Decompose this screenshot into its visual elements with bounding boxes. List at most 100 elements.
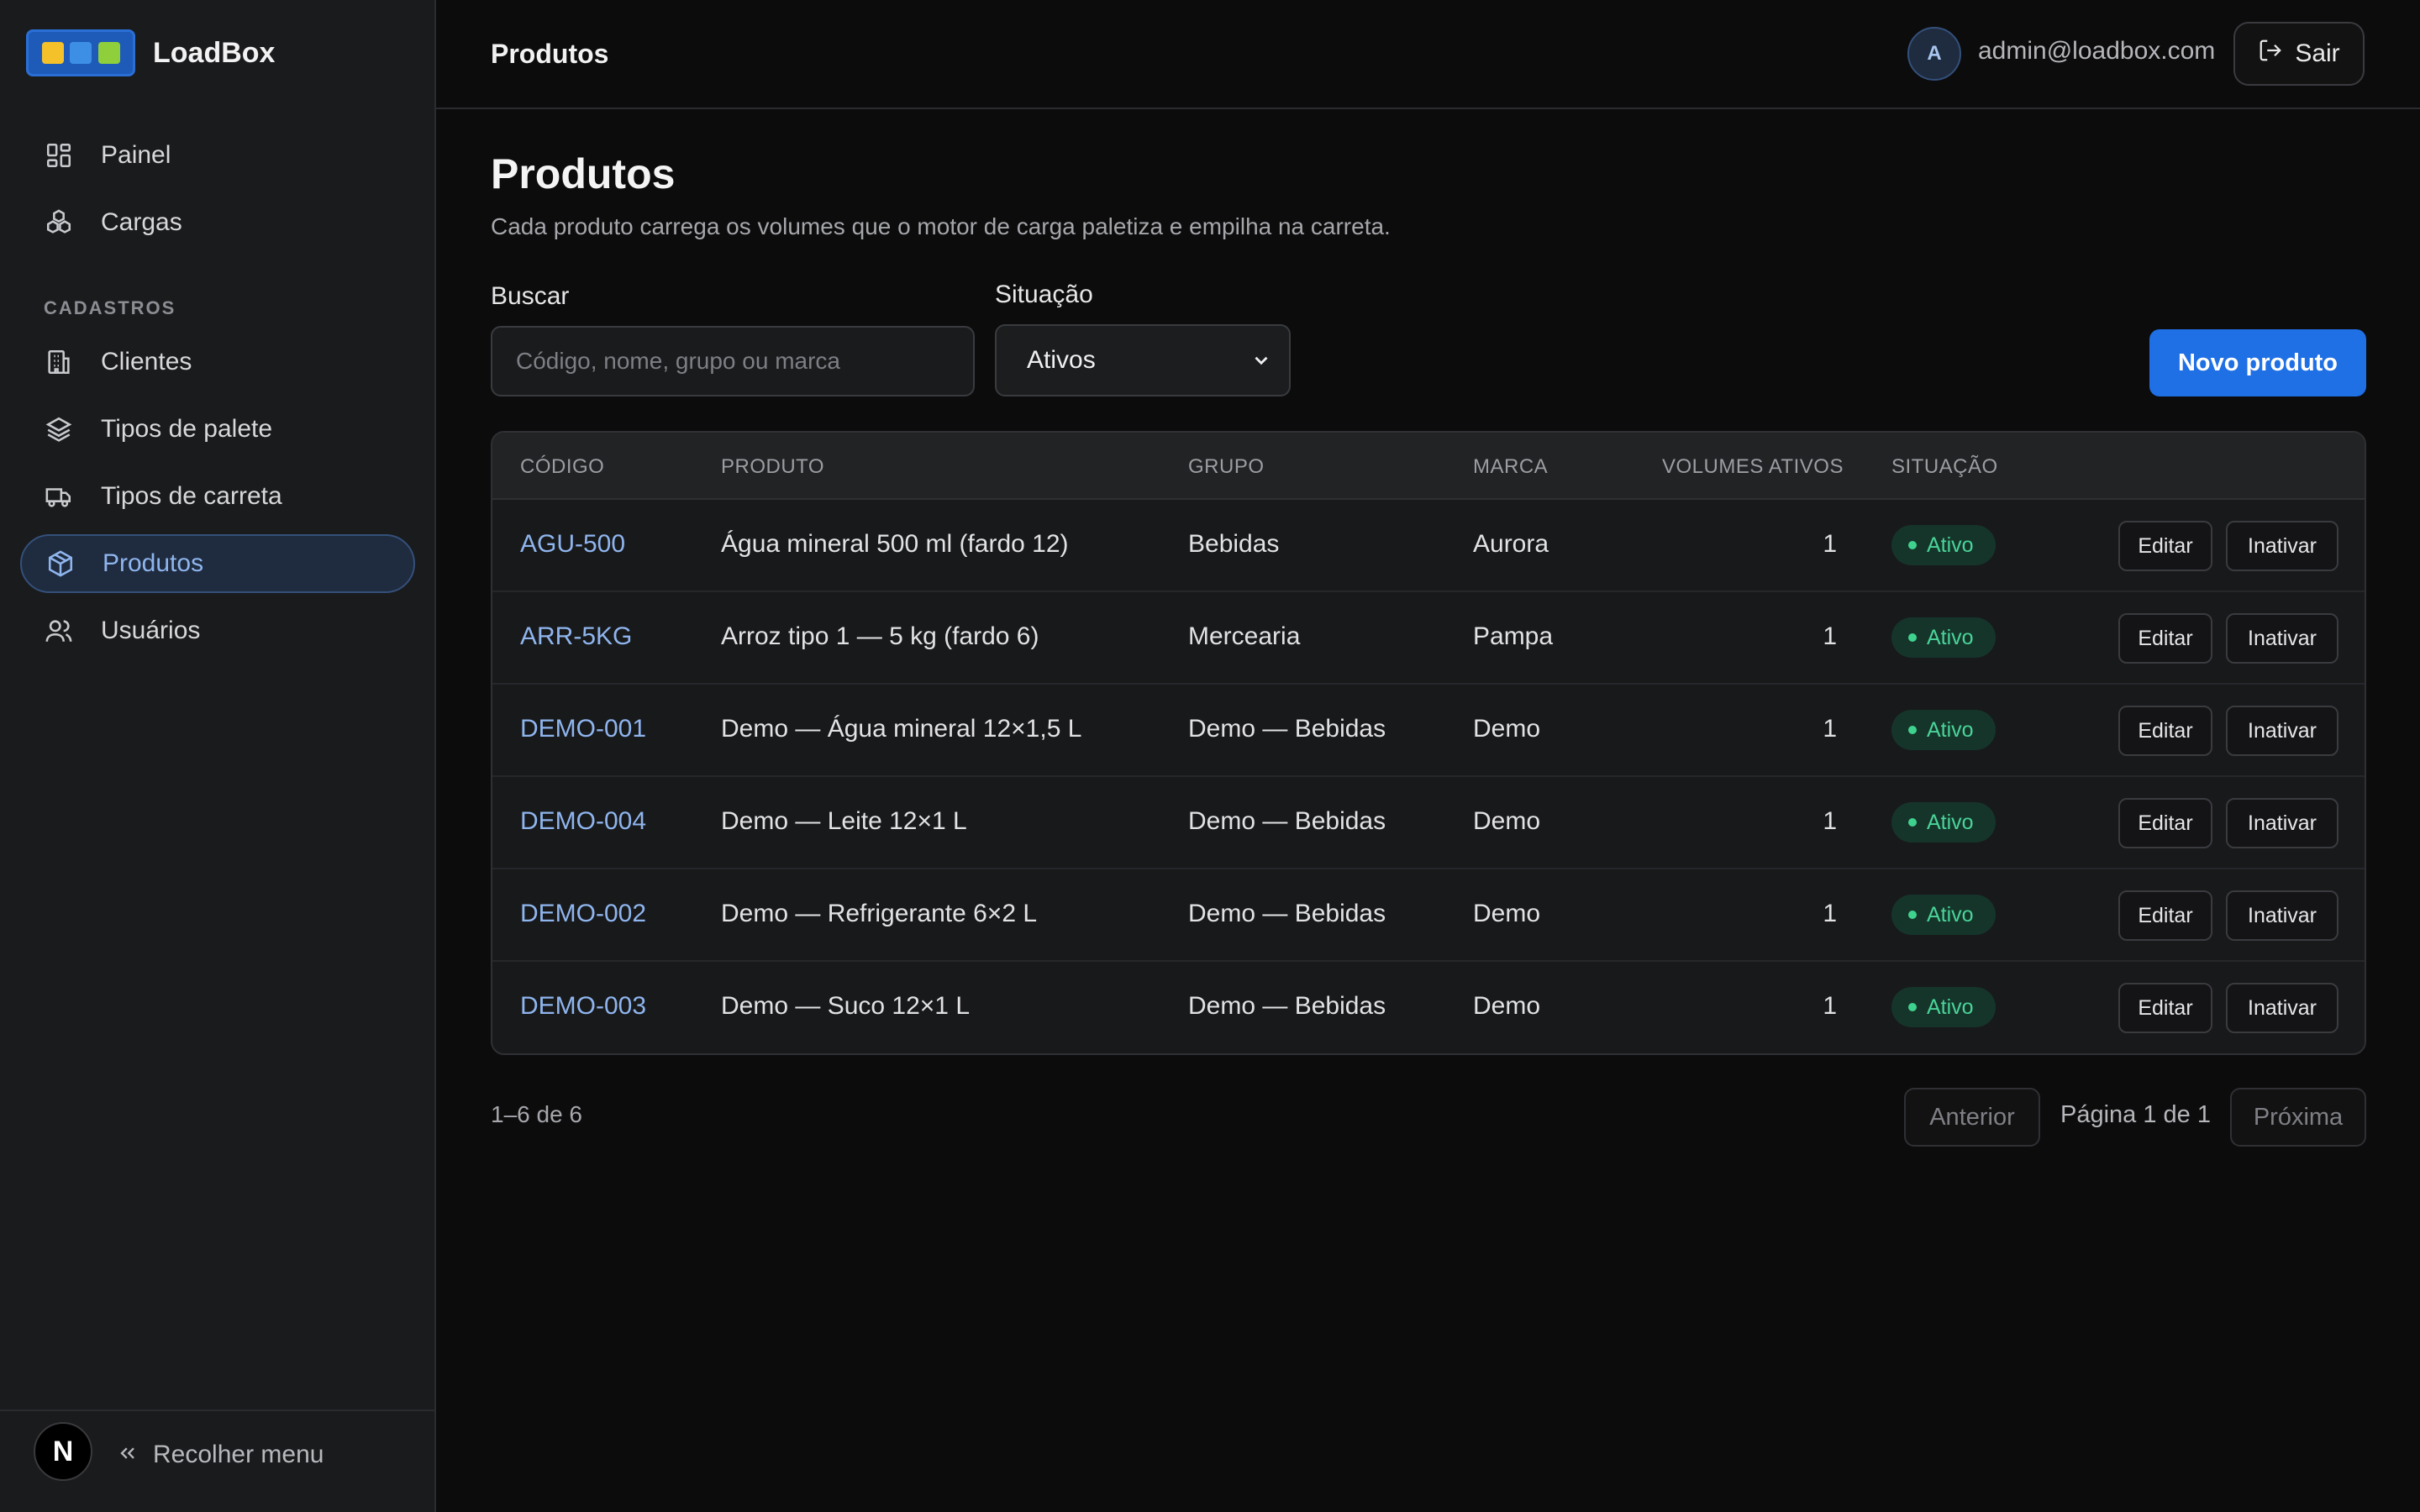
building-icon (44, 347, 74, 377)
results-count: 1–6 de 6 (491, 1101, 582, 1127)
product-code-link[interactable]: DEMO-002 (520, 900, 646, 928)
edit-button[interactable]: Editar (2118, 798, 2212, 848)
header-title: Produtos (491, 39, 609, 69)
column-header-status[interactable]: SITUAÇÃO (1891, 455, 1998, 479)
status-badge: Ativo (1891, 617, 1996, 658)
status-text: Ativo (1927, 995, 1974, 1019)
framework-badge[interactable]: N (34, 1422, 92, 1481)
table-row: ARR-5KG Arroz tipo 1 — 5 kg (fardo 6) Me… (492, 592, 2365, 685)
table-row: DEMO-003 Demo — Suco 12×1 L Demo — Bebid… (492, 962, 2365, 1053)
deactivate-button[interactable]: Inativar (2226, 613, 2338, 664)
status-dot (1908, 726, 1917, 734)
sidebar-item-label: Produtos (103, 549, 204, 577)
product-name: Arroz tipo 1 — 5 kg (fardo 6) (721, 622, 1039, 650)
logout-button[interactable]: Sair (2233, 22, 2365, 86)
table-header: CÓDIGO PRODUTO GRUPO MARCA VOLUMES ATIVO… (492, 433, 2365, 500)
sidebar-item-tipos-de-palete[interactable]: Tipos de palete (20, 400, 415, 459)
status-text: Ativo (1927, 717, 1974, 742)
status-text: Ativo (1927, 533, 1974, 557)
product-code-link[interactable]: ARR-5KG (520, 622, 632, 651)
sidebar-item-usuarios[interactable]: Usuários (20, 601, 415, 660)
product-name: Demo — Refrigerante 6×2 L (721, 900, 1038, 927)
previous-page-button[interactable]: Anterior (1904, 1088, 2040, 1147)
logout-label: Sair (2295, 39, 2340, 67)
table-row: DEMO-001 Demo — Água mineral 12×1,5 L De… (492, 685, 2365, 777)
product-volumes: 1 (1823, 992, 1837, 1020)
new-product-button[interactable]: Novo produto (2149, 329, 2366, 396)
product-brand: Pampa (1473, 622, 1554, 650)
avatar[interactable]: A (1907, 27, 1961, 81)
column-header-product[interactable]: PRODUTO (721, 455, 824, 479)
product-volumes: 1 (1823, 807, 1837, 835)
product-brand: Demo (1473, 900, 1541, 927)
deactivate-button[interactable]: Inativar (2226, 521, 2338, 571)
deactivate-button[interactable]: Inativar (2226, 706, 2338, 756)
next-page-button[interactable]: Próxima (2230, 1088, 2366, 1147)
brand[interactable]: LoadBox (26, 29, 275, 76)
status-text: Ativo (1927, 810, 1974, 834)
product-name: Demo — Água mineral 12×1,5 L (721, 715, 1082, 743)
product-group: Demo — Bebidas (1188, 900, 1386, 927)
table-row: DEMO-004 Demo — Leite 12×1 L Demo — Bebi… (492, 777, 2365, 869)
collapse-menu-button[interactable]: Recolher menu (116, 1441, 324, 1469)
column-header-brand[interactable]: MARCA (1473, 455, 1548, 479)
product-volumes: 1 (1823, 622, 1837, 650)
section-label: CADASTROS (44, 297, 176, 318)
page-indicator: Página 1 de 1 (2060, 1101, 2211, 1128)
table-row: DEMO-002 Demo — Refrigerante 6×2 L Demo … (492, 869, 2365, 962)
sidebar-item-label: Clientes (101, 348, 192, 375)
product-brand: Aurora (1473, 530, 1549, 558)
status-dot (1908, 633, 1917, 642)
product-code-link[interactable]: DEMO-001 (520, 715, 646, 743)
sidebar-footer: N Recolher menu (0, 1410, 434, 1512)
layers-icon (44, 414, 74, 444)
edit-button[interactable]: Editar (2118, 706, 2212, 756)
edit-button[interactable]: Editar (2118, 521, 2212, 571)
column-header-active-volumes[interactable]: VOLUMES ATIVOS (1662, 455, 1844, 479)
product-code-link[interactable]: AGU-500 (520, 530, 625, 559)
status-badge: Ativo (1891, 987, 1996, 1027)
sidebar-item-tipos-de-carreta[interactable]: Tipos de carreta (20, 467, 415, 526)
search-input[interactable] (491, 326, 975, 396)
status-filter-select[interactable]: Ativos (995, 324, 1291, 396)
edit-button[interactable]: Editar (2118, 613, 2212, 664)
app-name: LoadBox (153, 36, 276, 69)
product-brand: Demo (1473, 992, 1541, 1020)
status-badge: Ativo (1891, 525, 1996, 565)
edit-button[interactable]: Editar (2118, 983, 2212, 1033)
status-text: Ativo (1927, 625, 1974, 649)
sidebar-item-label: Tipos de palete (101, 415, 273, 443)
product-group: Demo — Bebidas (1188, 715, 1386, 743)
sidebar-item-label: Usuários (101, 617, 201, 644)
status-dot (1908, 541, 1917, 549)
product-code-link[interactable]: DEMO-003 (520, 992, 646, 1021)
sidebar-item-painel[interactable]: Painel (20, 126, 415, 185)
page-title: Produtos (491, 150, 676, 197)
product-code-link[interactable]: DEMO-004 (520, 807, 646, 836)
status-text: Ativo (1927, 902, 1974, 927)
product-name: Demo — Suco 12×1 L (721, 992, 971, 1020)
user-email: admin@loadbox.com (1978, 37, 2216, 65)
sidebar-item-clientes[interactable]: Clientes (20, 333, 415, 391)
product-group: Demo — Bebidas (1188, 807, 1386, 835)
sidebar-item-produtos[interactable]: Produtos (20, 534, 415, 593)
edit-button[interactable]: Editar (2118, 890, 2212, 941)
chevrons-left-icon (116, 1441, 139, 1469)
app-logo (26, 29, 135, 76)
table-row: AGU-500 Água mineral 500 ml (fardo 12) B… (492, 500, 2365, 592)
sidebar-item-label: Painel (101, 141, 171, 169)
deactivate-button[interactable]: Inativar (2226, 983, 2338, 1033)
status-filter-label: Situação (995, 281, 1093, 308)
column-header-code[interactable]: CÓDIGO (520, 455, 604, 479)
sidebar-item-cargas[interactable]: Cargas (20, 193, 415, 252)
logout-icon (2258, 38, 2283, 70)
status-badge: Ativo (1891, 802, 1996, 843)
column-header-group[interactable]: GRUPO (1188, 455, 1265, 479)
deactivate-button[interactable]: Inativar (2226, 798, 2338, 848)
package-icon (45, 549, 76, 579)
sidebar-item-label: Tipos de carreta (101, 482, 282, 510)
deactivate-button[interactable]: Inativar (2226, 890, 2338, 941)
product-group: Mercearia (1188, 622, 1301, 650)
status-badge: Ativo (1891, 710, 1996, 750)
product-volumes: 1 (1823, 715, 1837, 743)
